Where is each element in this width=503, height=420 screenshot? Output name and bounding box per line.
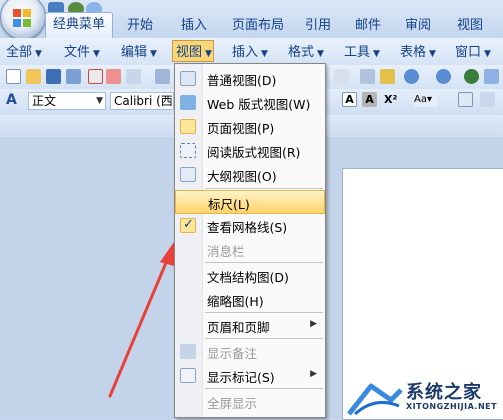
watermark-title: 系统之家 — [406, 382, 482, 403]
watermark-url: XITONGZHIJIA.NET — [406, 402, 498, 411]
annotation-arrow — [108, 242, 174, 398]
